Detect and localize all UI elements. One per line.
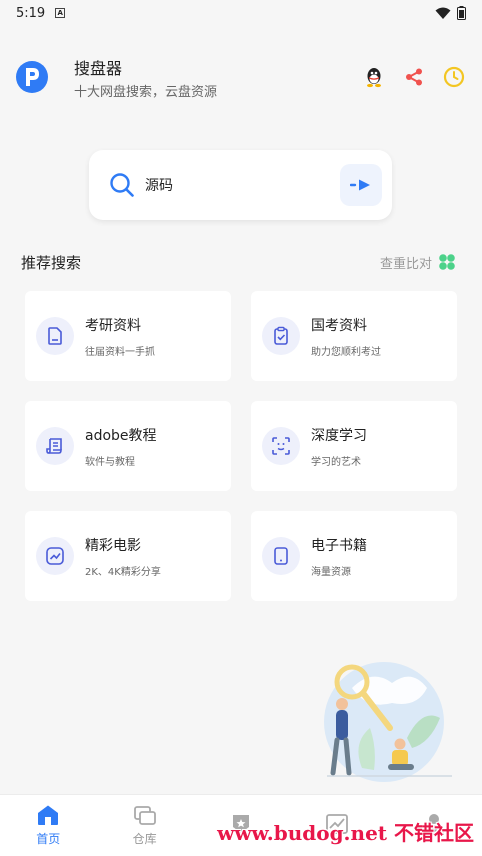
share-icon[interactable]: [402, 65, 426, 89]
document-icon: [36, 317, 74, 355]
folders-icon: [133, 806, 156, 825]
card-title: 国考资料: [311, 317, 367, 334]
duplicate-check-label: 查重比对: [379, 256, 432, 272]
card-subtitle: 往届资料一手抓: [85, 346, 155, 358]
card-subtitle: 软件与教程: [85, 456, 135, 468]
card-subtitle: 助力您顺利考过: [311, 346, 381, 358]
face-scan-icon: [262, 427, 300, 465]
battery-icon: [457, 6, 466, 20]
card-ebooks[interactable]: 电子书籍 海量资源: [251, 511, 457, 601]
nav-home-label: 首页: [36, 832, 61, 846]
card-title: 深度学习: [311, 427, 367, 444]
card-title: adobe教程: [85, 427, 157, 444]
card-title: 考研资料: [85, 317, 141, 334]
duplicate-check-link[interactable]: 查重比对: [380, 253, 456, 272]
card-adobe[interactable]: adobe教程 软件与教程: [25, 401, 231, 491]
search-go-button[interactable]: [340, 164, 382, 206]
wifi-icon: [435, 7, 451, 19]
recommend-grid: 考研资料 往届资料一手抓 国考资料 助力您顺利考过 adobe教程 软件与教程 …: [25, 291, 458, 601]
card-subtitle: 学习的艺术: [311, 456, 361, 468]
app-title-block: 搜盘器 十大网盘搜索，云盘资源: [74, 55, 217, 100]
search-icon: [110, 173, 134, 197]
card-subtitle: 海量资源: [311, 566, 351, 578]
clipboard-check-icon: [262, 317, 300, 355]
card-deep-learning[interactable]: 深度学习 学习的艺术: [251, 401, 457, 491]
home-icon: [38, 805, 59, 825]
nav-repository-label: 仓库: [132, 832, 157, 846]
search-illustration: [324, 662, 452, 782]
recommend-section-header: 推荐搜索 查重比对: [21, 250, 456, 274]
status-bar: 5:19 A: [0, 0, 482, 26]
status-icons: [435, 6, 466, 20]
nav-home[interactable]: 首页: [0, 795, 96, 856]
play-arrow-icon: [350, 179, 370, 191]
script-icon: [36, 427, 74, 465]
nav-repository[interactable]: 仓库: [96, 795, 192, 856]
app-title: 搜盘器: [74, 58, 123, 78]
card-title: 精彩电影: [85, 537, 141, 554]
sim-icon: A: [55, 8, 66, 18]
header-actions: [362, 65, 466, 89]
search-bar[interactable]: 源码: [89, 150, 392, 220]
card-guokao[interactable]: 国考资料 助力您顺利考过: [251, 291, 457, 381]
tablet-icon: [262, 537, 300, 575]
search-input[interactable]: 源码: [145, 175, 340, 195]
card-movies[interactable]: 精彩电影 2K、4K精彩分享: [25, 511, 231, 601]
app-header: 搜盘器 十大网盘搜索，云盘资源: [16, 52, 466, 102]
card-title: 电子书籍: [311, 537, 367, 554]
section-title: 推荐搜索: [21, 253, 82, 272]
card-subtitle: 2K、4K精彩分享: [85, 566, 161, 578]
clover-icon: [439, 254, 455, 270]
card-kaoyan[interactable]: 考研资料 往届资料一手抓: [25, 291, 231, 381]
status-time: 5:19: [16, 5, 46, 21]
qq-icon[interactable]: [362, 65, 386, 89]
trend-chart-icon: [36, 537, 74, 575]
site-watermark: www.budog.net 不错社区: [217, 821, 474, 845]
app-logo-icon: [16, 61, 48, 93]
clock-icon[interactable]: [442, 65, 466, 89]
app-subtitle: 十大网盘搜索，云盘资源: [74, 84, 218, 100]
